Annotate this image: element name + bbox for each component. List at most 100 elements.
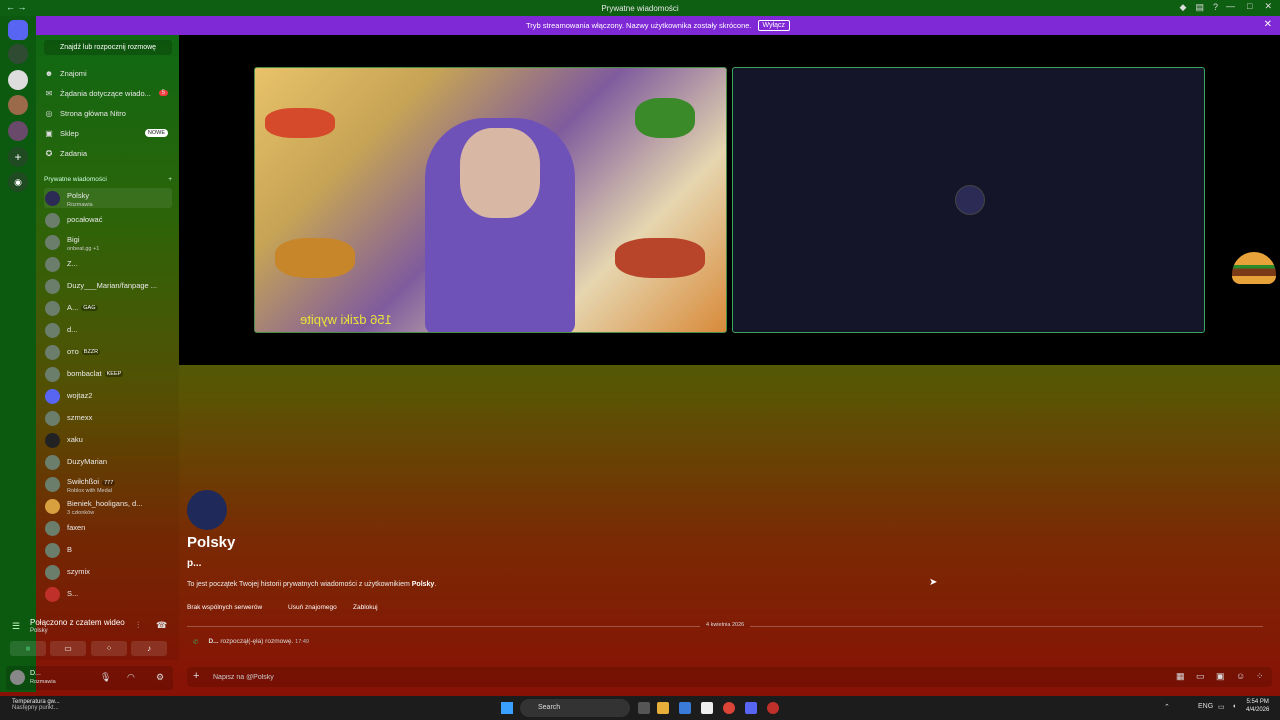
dm-item[interactable]: Bieniek_hooligans, d... 3 członków	[44, 496, 172, 516]
disconnect-icon[interactable]: ☎	[156, 620, 167, 631]
nav-nitro[interactable]: ◎ Strona główna Nitro	[44, 105, 172, 121]
add-dm-button[interactable]: +	[168, 176, 172, 183]
nav-shop[interactable]: ▣ Sklep NOWE	[44, 125, 172, 141]
discord-home-icon[interactable]	[8, 20, 28, 40]
dm-item[interactable]: szymix	[44, 562, 172, 582]
screen-share-button[interactable]: ▭	[50, 641, 86, 656]
nitro-gem-icon[interactable]: ◆	[1180, 2, 1187, 13]
activities-button[interactable]: ⁘	[91, 641, 127, 656]
dm-item[interactable]: szmexx	[44, 408, 172, 428]
dm-item[interactable]: DuzyMarian	[44, 452, 172, 472]
nav-friends[interactable]: ☻ Znajomi	[44, 65, 172, 81]
clan-tag: KEEP	[104, 371, 124, 377]
attach-plus-icon[interactable]: +	[193, 670, 199, 682]
app-icon[interactable]	[767, 702, 779, 714]
block-button[interactable]: Zablokuj	[353, 601, 378, 614]
user-name[interactable]: D...	[30, 670, 41, 677]
avatar	[45, 256, 60, 272]
dm-item[interactable]: ᴏᴛᴏ BZZR	[44, 342, 172, 362]
avatar[interactable]	[10, 670, 25, 685]
emoji-icon[interactable]: ☺	[1236, 671, 1245, 681]
network-icon[interactable]: ▭	[1218, 703, 1225, 711]
headphones-icon[interactable]: ◠	[127, 672, 135, 683]
profile-avatar[interactable]	[187, 490, 227, 530]
taskbar-clock[interactable]: 5:54 PM 4/4/2026	[1246, 699, 1269, 715]
nav-quests[interactable]: ✪ Zadania	[44, 145, 172, 161]
voice-channel[interactable]: Polsky	[30, 628, 48, 634]
help-icon[interactable]: ?	[1213, 2, 1218, 13]
close-window-button[interactable]: ✕	[1264, 1, 1272, 12]
message-input[interactable]	[213, 670, 813, 684]
remove-friend-button[interactable]: Usuń znajomego	[288, 601, 337, 614]
add-server-icon[interactable]: +	[8, 147, 28, 167]
sticker-icon[interactable]: ▣	[1216, 671, 1225, 682]
dm-intro-text: To jest początek Twojej historii prywatn…	[187, 581, 437, 588]
volume-icon[interactable]: ◖	[1232, 703, 1236, 710]
dm-item[interactable]: S...	[44, 584, 172, 604]
find-conversation-button[interactable]: Znajdź lub rozpocznij rozmowę	[44, 40, 172, 55]
video-caption: 156 dziki wypite	[300, 312, 392, 327]
avatar	[45, 432, 60, 448]
dm-item[interactable]: pocałować	[44, 210, 172, 230]
close-icon[interactable]: ✕	[1264, 19, 1272, 30]
store-icon[interactable]	[679, 702, 691, 714]
user-status: Rozmawia	[30, 679, 56, 685]
calendar-icon[interactable]	[701, 702, 713, 714]
server-icon[interactable]	[8, 44, 28, 64]
dm-item[interactable]: bombaclat KEEP	[44, 364, 172, 384]
server-icon[interactable]	[8, 70, 28, 90]
voice-status[interactable]: Połączono z czatem wideo	[30, 618, 125, 627]
task-view-icon[interactable]	[638, 702, 650, 714]
dm-item[interactable]: xaku	[44, 430, 172, 450]
dm-item[interactable]: Polsky Rozmawia	[44, 188, 172, 208]
dm-item[interactable]: faxen	[44, 518, 172, 538]
dm-item[interactable]: A... GAG	[44, 298, 172, 318]
clan-tag: 777	[102, 479, 116, 486]
language-indicator[interactable]: ENG	[1198, 703, 1213, 710]
microphone-icon[interactable]: 🎙	[100, 672, 111, 683]
taskbar-search[interactable]: Search	[520, 699, 630, 717]
dm-item[interactable]: Z...	[44, 254, 172, 274]
avatar	[45, 542, 60, 558]
discover-icon[interactable]: ◉	[8, 172, 28, 192]
window-title: Prywatne wiadomości	[601, 3, 679, 13]
file-explorer-icon[interactable]	[657, 702, 669, 714]
nav-arrows[interactable]: ← →	[6, 2, 27, 12]
discord-app-icon[interactable]	[745, 702, 757, 714]
settings-gear-icon[interactable]: ⚙	[156, 672, 164, 683]
video-tile-self[interactable]	[732, 67, 1205, 333]
avatar	[45, 278, 60, 294]
dm-item[interactable]: wojtaz2	[44, 386, 172, 406]
shop-icon: ▣	[45, 128, 53, 138]
dm-item[interactable]: B	[44, 540, 172, 560]
server-icon[interactable]	[8, 121, 28, 141]
soundboard-button[interactable]: ♪	[131, 641, 167, 656]
weather-widget[interactable]: Temperatura gw... Następny punkt...	[12, 699, 60, 711]
noise-suppression-icon[interactable]: ⫶	[137, 620, 139, 631]
dm-item[interactable]: Bigi onbeat.gg +1	[44, 232, 172, 252]
disable-streamer-mode-button[interactable]: Wyłącz	[757, 20, 790, 31]
dm-item[interactable]: Duzy___Marian/fanpage ...	[44, 276, 172, 296]
avatar	[45, 190, 60, 206]
signal-icon[interactable]: ☰	[12, 621, 20, 632]
mouse-cursor: ➤	[929, 577, 938, 588]
dm-item[interactable]: d...	[44, 320, 172, 340]
nav-message-requests[interactable]: ✉ Żądania dotyczące wiado... 5	[44, 85, 172, 101]
inbox-icon[interactable]: ▤	[1195, 2, 1204, 13]
tray-chevron-icon[interactable]: ⌃	[1164, 703, 1170, 711]
minimize-button[interactable]: —	[1226, 1, 1235, 12]
camera-button[interactable]: ■	[10, 641, 46, 656]
video-tile-remote[interactable]: 156 dziki wypite	[254, 67, 727, 333]
dm-item[interactable]: Swiłchßoi 777 Roblox with Medal	[44, 474, 172, 494]
chrome-icon[interactable]	[723, 702, 735, 714]
window-titlebar: ← → Prywatne wiadomości ◆ ▤ ? — □ ✕	[0, 0, 1280, 16]
start-button-icon[interactable]	[501, 702, 513, 714]
maximize-button[interactable]: □	[1247, 1, 1252, 12]
avatar	[45, 564, 60, 580]
gif-icon[interactable]: ▭	[1196, 671, 1205, 682]
mutual-servers-button[interactable]: Brak wspólnych serwerów	[187, 601, 262, 614]
server-icon[interactable]	[8, 95, 28, 115]
profile-username: p...	[187, 558, 202, 569]
apps-icon[interactable]: ⁘	[1256, 671, 1264, 682]
gift-icon[interactable]: ▦	[1176, 671, 1185, 682]
